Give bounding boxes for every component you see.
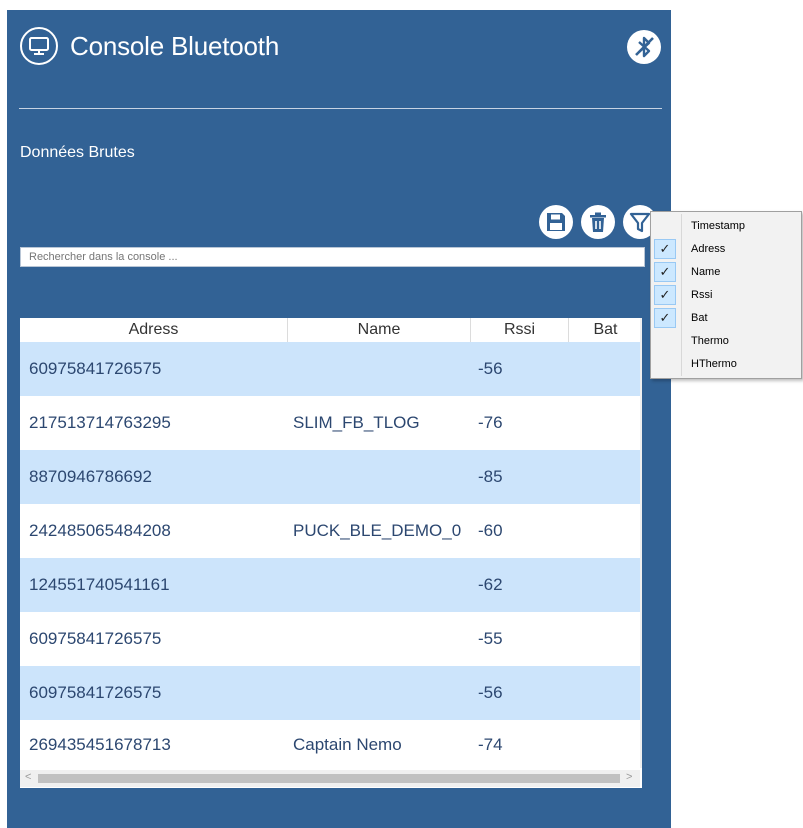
cell-adress: 217513714763295 bbox=[29, 413, 171, 432]
menu-item-label: Name bbox=[691, 266, 721, 278]
table-row[interactable]: 60975841726575 -56 bbox=[20, 666, 642, 720]
cell-adress: 8870946786692 bbox=[29, 467, 152, 486]
table-row[interactable]: 60975841726575 -55 bbox=[20, 612, 642, 666]
vertical-scrollbar[interactable]: ⌃ ⌄ bbox=[640, 318, 642, 768]
column-header-bat[interactable]: Bat bbox=[569, 318, 642, 342]
table-row[interactable]: 217513714763295 SLIM_FB_TLOG -76 bbox=[20, 396, 642, 450]
cell-adress: 60975841726575 bbox=[29, 629, 162, 648]
menu-item-thermo[interactable]: Thermo bbox=[651, 330, 801, 353]
scroll-right-arrow-icon[interactable]: > bbox=[626, 771, 632, 783]
table-row[interactable]: 8870946786692 -85 bbox=[20, 450, 642, 504]
menu-item-label: Timestamp bbox=[691, 220, 745, 232]
trash-icon bbox=[590, 212, 606, 232]
data-grid: Adress Name Rssi Bat 60975841726575 -56 … bbox=[20, 318, 642, 788]
checkmark-icon: ✓ bbox=[654, 239, 676, 259]
filter-icon bbox=[629, 212, 651, 233]
app-title: Console Bluetooth bbox=[70, 31, 280, 61]
menu-item-adress[interactable]: ✓ Adress bbox=[651, 238, 801, 261]
table-row[interactable]: 269435451678713 Captain Nemo -74 bbox=[20, 720, 642, 770]
cell-rssi: -56 bbox=[478, 359, 503, 378]
menu-item-label: Bat bbox=[691, 312, 708, 324]
menu-item-label: Thermo bbox=[691, 335, 729, 347]
menu-item-timestamp[interactable]: Timestamp bbox=[651, 215, 801, 238]
header-divider bbox=[19, 108, 662, 109]
column-header-name[interactable]: Name bbox=[288, 318, 471, 342]
save-icon bbox=[547, 213, 565, 231]
cell-adress: 60975841726575 bbox=[29, 359, 162, 378]
checkmark-icon: ✓ bbox=[654, 262, 676, 282]
cell-rssi: -60 bbox=[478, 521, 503, 540]
cell-adress: 242485065484208 bbox=[29, 521, 171, 540]
menu-item-label: Adress bbox=[691, 243, 726, 255]
cell-adress: 60975841726575 bbox=[29, 683, 162, 702]
horizontal-scroll-thumb[interactable] bbox=[38, 774, 620, 783]
table-row[interactable]: 60975841726575 -56 bbox=[20, 342, 642, 396]
table-row[interactable]: 242485065484208 PUCK_BLE_DEMO_0 -60 bbox=[20, 504, 642, 558]
checkmark-icon: ✓ bbox=[654, 285, 676, 305]
cell-adress: 269435451678713 bbox=[29, 735, 171, 754]
scroll-left-arrow-icon[interactable]: < bbox=[25, 771, 31, 783]
cell-rssi: -85 bbox=[478, 467, 503, 486]
cell-name: Captain Nemo bbox=[293, 735, 402, 754]
menu-item-bat[interactable]: ✓ Bat bbox=[651, 307, 801, 330]
monitor-icon bbox=[20, 27, 58, 65]
cell-name: PUCK_BLE_DEMO_0 bbox=[293, 521, 462, 540]
table-header: Adress Name Rssi Bat bbox=[20, 318, 642, 343]
column-header-rssi[interactable]: Rssi bbox=[471, 318, 569, 342]
checkmark-icon: ✓ bbox=[654, 308, 676, 328]
cell-rssi: -56 bbox=[478, 683, 503, 702]
column-visibility-menu: Timestamp ✓ Adress ✓ Name ✓ Rssi ✓ Bat T… bbox=[650, 211, 802, 379]
delete-button[interactable] bbox=[581, 205, 615, 239]
horizontal-scrollbar[interactable]: < > bbox=[20, 770, 640, 787]
search-input[interactable] bbox=[20, 247, 645, 267]
menu-item-hthermo[interactable]: HThermo bbox=[651, 353, 801, 376]
menu-item-label: Rssi bbox=[691, 289, 713, 301]
cell-name: SLIM_FB_TLOG bbox=[293, 413, 420, 432]
table-row[interactable]: 124551740541161 -62 bbox=[20, 558, 642, 612]
save-button[interactable] bbox=[539, 205, 573, 239]
cell-rssi: -62 bbox=[478, 575, 503, 594]
menu-item-label: HThermo bbox=[691, 358, 737, 370]
cell-rssi: -76 bbox=[478, 413, 503, 432]
menu-item-name[interactable]: ✓ Name bbox=[651, 261, 801, 284]
cell-rssi: -55 bbox=[478, 629, 503, 648]
section-label: Données Brutes bbox=[20, 144, 135, 161]
bluetooth-disabled-icon[interactable] bbox=[627, 30, 661, 64]
column-header-adress[interactable]: Adress bbox=[20, 318, 288, 342]
cell-adress: 124551740541161 bbox=[29, 575, 170, 594]
cell-rssi: -74 bbox=[478, 735, 503, 754]
menu-item-rssi[interactable]: ✓ Rssi bbox=[651, 284, 801, 307]
